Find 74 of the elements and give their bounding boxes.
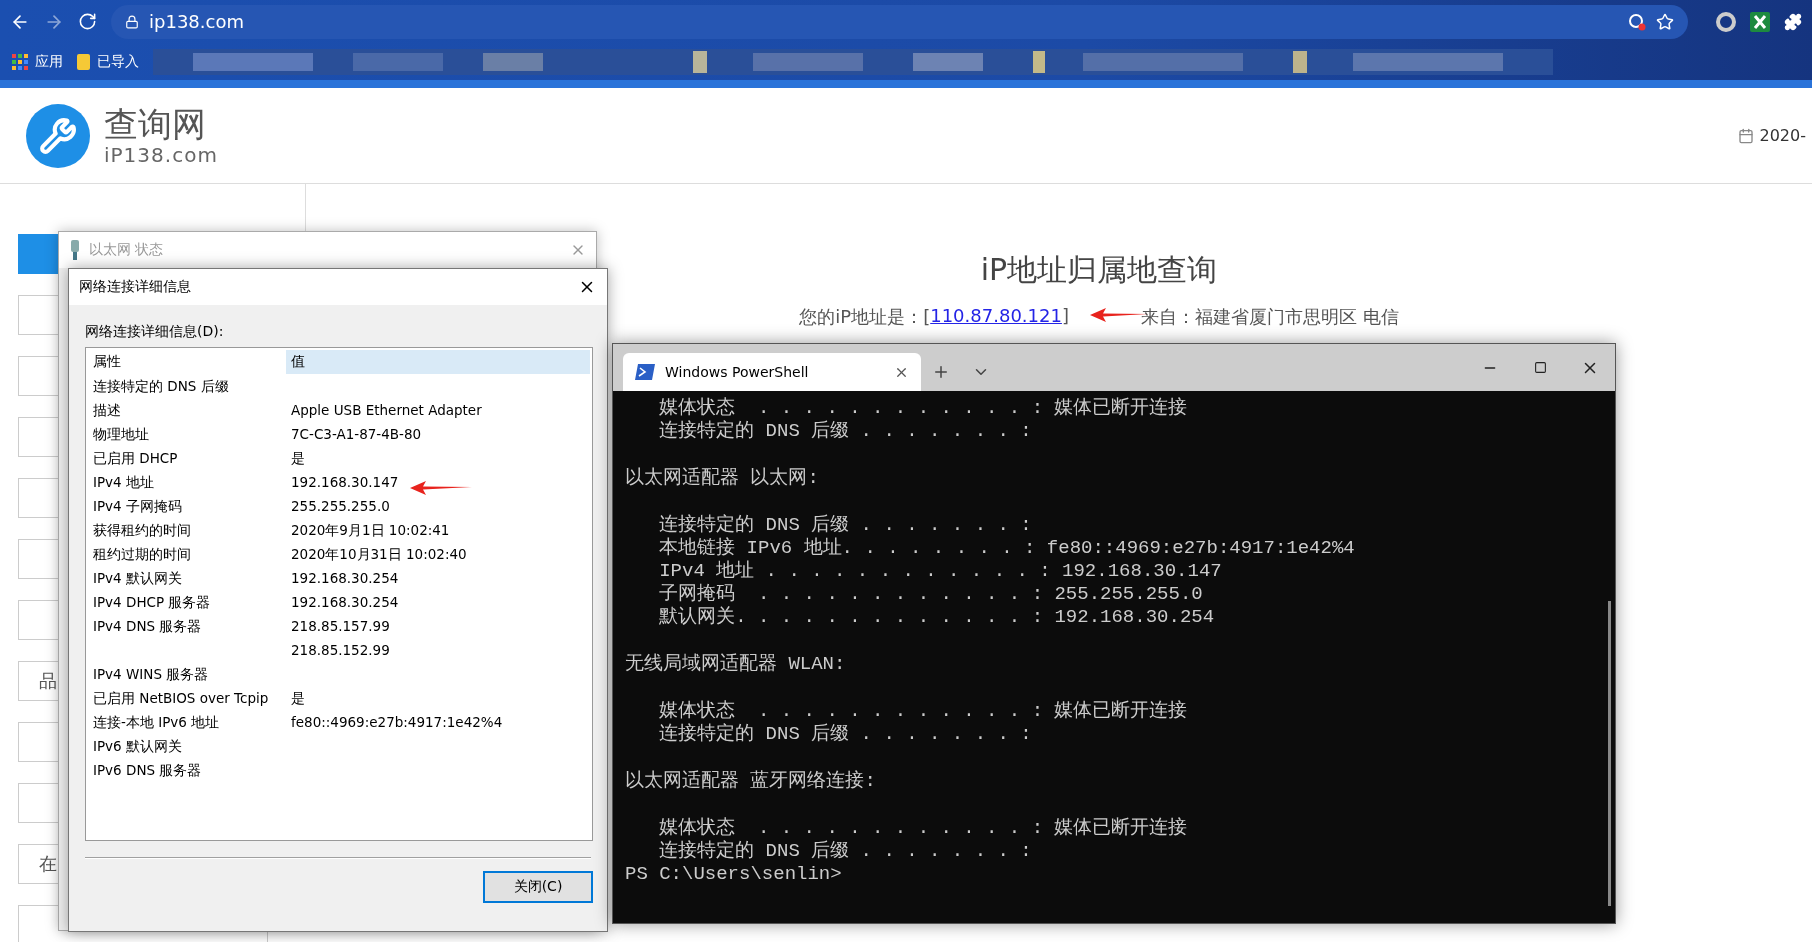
window-title: 以太网 状态 [89,241,165,259]
close-button[interactable]: 关闭(C) [483,871,593,903]
reload-icon[interactable] [78,12,97,31]
property-cell-text: IPv4 默认网关 [92,569,182,587]
terminal-line: 媒体状态 . . . . . . . . . . . . : 媒体已断开连接 [658,817,1189,840]
value-cell-text: 255.255.255.0 [290,497,390,515]
bookmark[interactable]: 已导入 [77,52,139,71]
circle-extension-icon[interactable] [1716,11,1736,32]
value-cell-text: 是 [290,689,305,707]
date-text: 2020- [1759,126,1806,145]
terminal-line: 默认网关. . . . . . . . . . . . . : 192.168.30.254 [658,606,1216,629]
logo-subtitle: iP138.com [104,142,218,167]
terminal-line: 连接特定的 DNS 后缀 . . . . . . . : [658,420,1033,443]
value-cell-text: 192.168.30.254 [290,593,399,611]
property-cell-text: 描述 [92,401,121,419]
value-cell-text: 是 [290,449,305,467]
property-cell-text: 已启用 DHCP [92,449,178,467]
property-cell-text: IPv4 DHCP 服务器 [92,593,211,611]
terminal-line: 连接特定的 DNS 后缀 . . . . . . . : [658,514,1033,537]
bookmark[interactable]: 应用 [12,52,63,71]
value-cell-text: Apple USB Ethernet Adapter [290,401,482,419]
dialog-title: 网络连接详细信息 [79,278,192,296]
tab-title: Windows PowerShell [665,364,810,380]
logo-title: 查询网 [104,104,207,143]
value-cell-text: 192.168.30.254 [290,569,399,587]
terminal-line: 媒体状态 . . . . . . . . . . . . : 媒体已断开连接 [658,397,1189,420]
value-cell-text: fe80::4969:e27b:4917:1e42%4 [290,713,503,731]
terminal-line: 子网掩码 . . . . . . . . . . . . : 255.255.255.0 [658,583,1204,606]
value-cell-text: 7C-C3-A1-87-4B-80 [290,425,422,443]
network-plug-icon [69,240,81,260]
spreadsheet-extension-icon[interactable] [1750,11,1770,32]
terminal-tab[interactable]: Windows PowerShell [623,353,921,391]
value-cell-text: 192.168.30.147 [290,473,399,491]
ip-link[interactable]: 110.87.80.121 [930,305,1062,329]
property-cell-text: IPv6 DNS 服务器 [92,761,202,779]
list-label: 网络连接详细信息(D): [85,323,225,341]
apps-grid-icon [12,53,28,70]
location-text: 来自：福建省厦门市思明区 电信 [1140,305,1399,329]
scrollbar[interactable] [1608,601,1611,906]
terminal-line: 连接特定的 DNS 后缀 . . . . . . . : [658,723,1033,746]
property-cell-text: 物理地址 [92,425,149,443]
ip-bracket: ] [1061,305,1069,328]
powershell-icon [635,364,655,380]
folder-icon [77,53,90,70]
property-cell-text: 已启用 NetBIOS over Tcpip [92,689,269,707]
property-cell-text: IPv4 WINS 服务器 [92,665,209,683]
value-cell-text: 218.85.152.99 [290,641,390,659]
terminal-line: PS C:\Users\senlin> [625,863,843,886]
terminal-line: 媒体状态 . . . . . . . . . . . . : 媒体已断开连接 [658,700,1189,723]
property-cell-text: 获得租约的时间 [92,521,191,539]
page-title: iP地址归属地查询 [980,251,1218,289]
property-cell-text: IPv6 默认网关 [92,737,182,755]
terminal-line: IPv4 地址 . . . . . . . . . . . . : 192.168.30.147 [658,560,1223,583]
star-icon[interactable] [1656,12,1674,31]
value-cell-text: 2020年9月1日 10:02:41 [290,521,450,539]
property-cell-text: 连接特定的 DNS 后缀 [92,377,229,395]
terminal-line: 本地链接 IPv6 地址. . . . . . . . : fe80::4969:e27b:4917:1e42%4 [658,537,1356,560]
puzzle-icon[interactable] [1784,12,1802,31]
property-cell-text: 连接-本地 IPv6 地址 [92,713,220,731]
value-cell-text: 218.85.157.99 [290,617,390,635]
property-cell-text: IPv4 子网掩码 [92,497,182,515]
terminal-line: 以太网适配器 以太网: [625,467,820,490]
calendar-icon [1737,127,1754,144]
ip-label: 您的iP地址是：[ [799,305,931,329]
property-cell-text: IPv4 地址 [92,473,154,491]
terminal-line: 无线局域网适配器 WLAN: [625,653,847,676]
address-bar[interactable]: ip138.com [111,4,1688,39]
property-cell-text: IPv4 DNS 服务器 [92,617,202,635]
terminal-line: 连接特定的 DNS 后缀 . . . . . . . : [658,840,1033,863]
lock-icon [125,14,139,29]
value-cell-text: 2020年10月31日 10:02:40 [290,545,467,563]
property-cell-text: 租约过期的时间 [92,545,191,563]
column-header[interactable]: 值 [286,350,590,374]
terminal-line: 以太网适配器 蓝牙网络连接: [625,770,877,793]
